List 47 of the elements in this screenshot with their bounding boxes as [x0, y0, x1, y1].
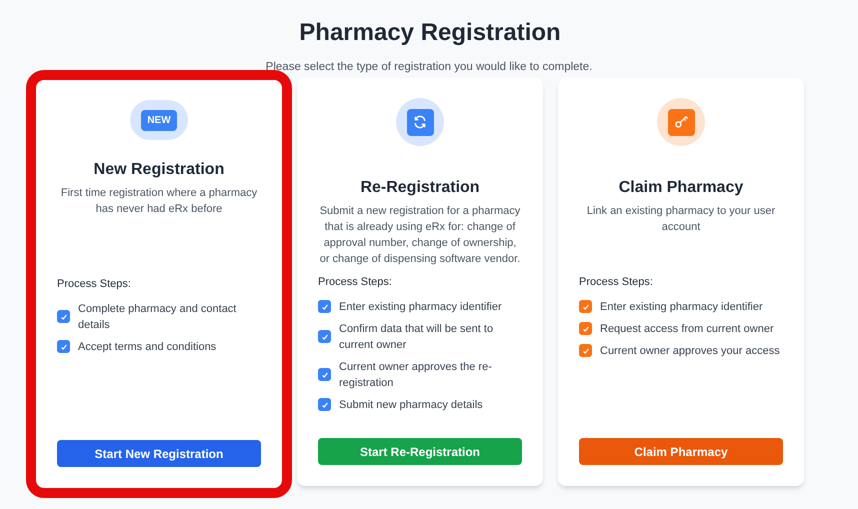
step-checkbox[interactable] [318, 398, 331, 412]
check-icon [320, 302, 328, 311]
new-badge: NEW [141, 110, 177, 131]
page-title: Pharmacy Registration [298, 18, 562, 48]
check-icon [582, 324, 590, 333]
step-checkbox[interactable] [579, 300, 592, 314]
step-label: Current owner approves your access [600, 344, 780, 359]
card-description: First time registration where a pharmacy has never had eRx before [60, 186, 258, 218]
check-icon [320, 370, 328, 379]
step-checkbox[interactable] [318, 368, 331, 382]
start-button[interactable]: Claim Pharmacy [579, 438, 783, 466]
check-icon [60, 312, 68, 321]
card-title: Re-Registration [360, 178, 480, 198]
step-label: Enter existing pharmacy identifier [600, 300, 763, 315]
check-icon [320, 332, 328, 341]
card-description: Submit a new registration for a pharmacy that is already using eRx for: change of approval number, change of ownership, or change of dispensing software vendor. [318, 204, 522, 268]
step-checkbox[interactable] [318, 300, 331, 314]
step-label: Enter existing pharmacy identifier [339, 300, 502, 315]
card-description: Link an existing pharmacy to your user account [586, 204, 776, 236]
check-icon [582, 346, 590, 355]
step-checkbox[interactable] [57, 340, 70, 354]
start-button[interactable]: Start Re-Registration [318, 438, 522, 466]
steps-heading: Process Steps: [318, 275, 393, 290]
check-icon [582, 302, 590, 311]
step-label: Confirm data that will be sent to current owner [339, 322, 494, 353]
step-checkbox[interactable] [57, 310, 70, 324]
check-icon [320, 400, 328, 409]
registration-card[interactable]: Claim Pharmacy Link an existing pharmacy to your user account Process Steps: Enter existing pharmacy identifier Request access from current owner Current owner approves your access Claim Pharmacy [558, 78, 804, 486]
registration-card[interactable] [297, 78, 543, 486]
step-checkbox[interactable] [318, 330, 331, 344]
start-button[interactable]: Start New Registration [57, 440, 261, 468]
step-checkbox[interactable] [579, 344, 592, 358]
registration-card[interactable]: NEW New Registration First time registration where a pharmacy has never had eRx before Process Steps: Complete pharmacy and contact details Accept terms and conditions Start New Registration [36, 80, 282, 488]
page-subtitle: Please select the type of registration you would like to complete. [264, 60, 594, 75]
card-title: New Registration [94, 160, 224, 180]
step-checkbox[interactable] [579, 322, 592, 336]
step-label: Complete pharmacy and contact details [78, 302, 238, 333]
step-label: Current owner approves the re-registration [339, 360, 493, 391]
refresh-icon [413, 115, 427, 130]
step-label: Submit new pharmacy details [339, 398, 483, 413]
steps-heading: Process Steps: [579, 275, 654, 290]
step-label: Accept terms and conditions [78, 340, 216, 355]
card-title: Claim Pharmacy [618, 178, 744, 198]
step-label: Request access from current owner [600, 322, 774, 337]
steps-heading: Process Steps: [57, 277, 132, 292]
check-icon [60, 342, 68, 351]
key-icon [674, 114, 688, 130]
